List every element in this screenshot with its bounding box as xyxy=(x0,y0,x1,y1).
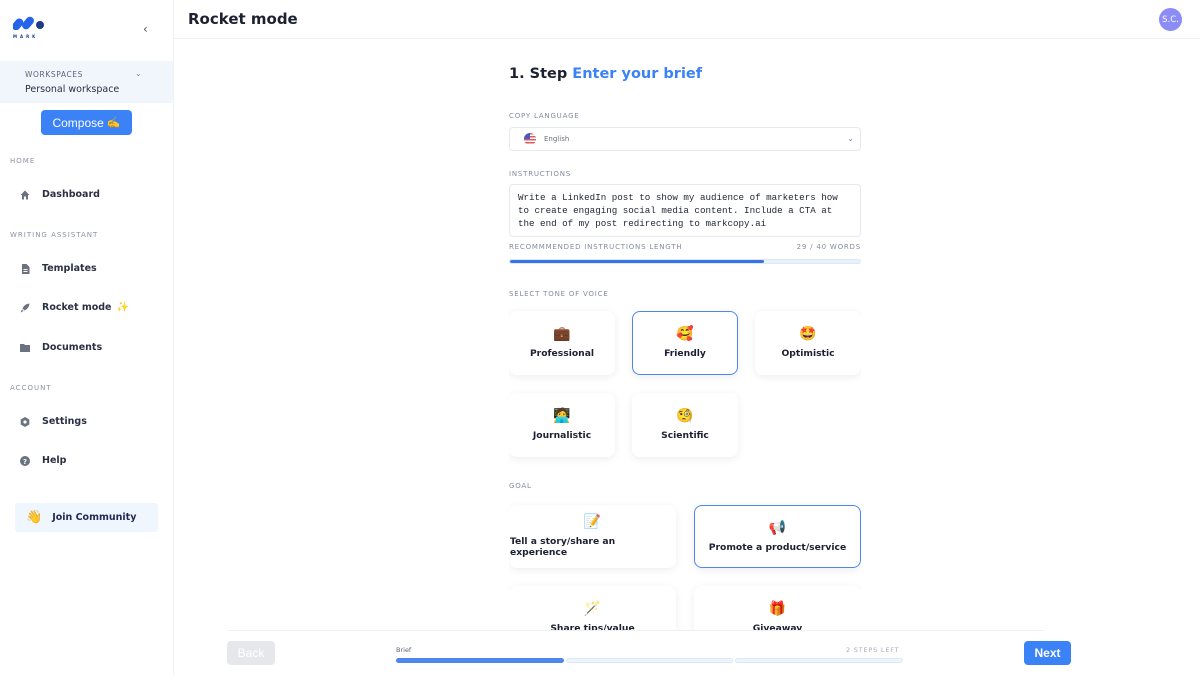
current-step-label: Brief xyxy=(396,646,412,654)
help-icon: ? xyxy=(20,455,30,466)
document-icon xyxy=(20,263,30,274)
section-home: HOME xyxy=(10,157,36,165)
gift-icon: 🎁 xyxy=(768,600,787,617)
gear-icon xyxy=(20,416,30,427)
sidebar-item-label: Dashboard xyxy=(42,189,100,200)
technologist-icon: 🧑‍💻 xyxy=(553,408,571,424)
logo-text: MARK xyxy=(13,34,39,39)
magic-wand-icon: 🪄 xyxy=(583,600,602,617)
sidebar-item-templates[interactable]: Templates xyxy=(20,263,97,274)
rocket-icon xyxy=(20,303,30,313)
word-count: 29 / 40 WORDS xyxy=(796,243,861,251)
language-value: English xyxy=(544,135,570,143)
word-count-progress xyxy=(509,259,861,264)
instructions-textarea[interactable] xyxy=(509,184,861,237)
sidebar-item-label: Rocket mode xyxy=(42,302,112,313)
recommended-length-label: RECOMMMENDED INSTRUCTIONS LENGTH xyxy=(509,243,683,251)
step-progress-segment xyxy=(565,658,734,663)
sidebar-item-dashboard[interactable]: Dashboard xyxy=(20,189,100,200)
sparkles-icon: ✨ xyxy=(116,302,130,313)
tone-label: Professional xyxy=(529,348,595,359)
sidebar-item-label: Documents xyxy=(42,342,103,353)
workspace-selector[interactable]: WORKSPACES ⌄ Personal workspace xyxy=(0,61,173,103)
goal-label: Tell a story/share an experience xyxy=(510,536,616,558)
goal-card-giveaway[interactable]: 🎁 Giveaway xyxy=(694,586,861,630)
next-button[interactable]: Next xyxy=(1024,641,1071,665)
workspace-label: WORKSPACES xyxy=(25,70,83,79)
sidebar-item-label: Help xyxy=(42,455,67,466)
logo[interactable]: MARK xyxy=(13,14,49,40)
step-prefix: 1. Step xyxy=(509,66,568,82)
memo-icon: 📝 xyxy=(583,514,602,530)
monocle-face-icon: 🧐 xyxy=(676,408,694,424)
brief-form: 1. Step Enter your brief COPY LANGUAGE E… xyxy=(509,40,861,630)
goal-card-share-tips[interactable]: 🪄 Share tips/value xyxy=(509,586,676,630)
goal-card-promote-product[interactable]: 📢 Promote a product/service xyxy=(694,505,861,568)
sidebar-item-help[interactable]: ? Help xyxy=(20,455,66,466)
goal-label: Giveaway xyxy=(752,622,803,631)
compose-label: Compose xyxy=(52,115,104,130)
tone-label: Optimistic xyxy=(781,348,835,359)
step-progress-segment xyxy=(735,658,903,663)
goal-label: Share tips/value xyxy=(550,622,635,631)
step-title: 1. Step Enter your brief xyxy=(509,66,702,82)
compose-button[interactable]: Compose ✍️ xyxy=(41,110,132,135)
step-progress-segment xyxy=(396,658,564,663)
join-community-button[interactable]: 👋 Join Community xyxy=(15,503,158,532)
copy-language-label: COPY LANGUAGE xyxy=(509,112,580,120)
step-name: Enter your brief xyxy=(572,66,703,82)
sidebar-item-documents[interactable]: Documents xyxy=(20,342,102,353)
waving-hand-icon: 👋 xyxy=(26,510,43,525)
tone-card-scientific[interactable]: 🧐 Scientific xyxy=(632,393,738,457)
recommended-length-row: RECOMMMENDED INSTRUCTIONS LENGTH 29 / 40… xyxy=(509,243,861,251)
steps-left: 2 STEPS LEFT xyxy=(846,646,900,654)
home-icon xyxy=(20,190,30,200)
app: MARK ‹ WORKSPACES ⌄ Personal workspace C… xyxy=(0,0,1200,675)
page-title: Rocket mode xyxy=(188,10,298,28)
main-area: Rocket mode S.C. 1. Step Enter your brie… xyxy=(174,0,1200,675)
top-bar: Rocket mode S.C. xyxy=(174,0,1200,39)
tone-card-journalistic[interactable]: 🧑‍💻 Journalistic xyxy=(509,393,615,457)
sidebar-item-label: Templates xyxy=(42,263,97,274)
tone-label: Journalistic xyxy=(532,430,592,441)
section-writing-assistant: WRITING ASSISTANT xyxy=(10,231,99,239)
tone-label: Scientific xyxy=(661,430,709,441)
logo-icon xyxy=(13,16,44,30)
megaphone-icon: 📢 xyxy=(768,519,787,536)
us-flag-icon xyxy=(524,133,536,145)
sidebar-item-settings[interactable]: Settings xyxy=(20,416,87,427)
tone-card-optimistic[interactable]: 🤩 Optimistic xyxy=(755,311,861,375)
workspace-name: Personal workspace xyxy=(25,84,120,95)
smiling-hearts-icon: 🥰 xyxy=(676,326,694,342)
tone-card-friendly[interactable]: 🥰 Friendly xyxy=(632,311,738,375)
footer-bar: Back Brief 2 STEPS LEFT Next xyxy=(174,630,1200,675)
writing-hand-icon: ✍️ xyxy=(106,117,121,129)
section-account: ACCOUNT xyxy=(10,384,52,392)
star-struck-icon: 🤩 xyxy=(799,326,817,342)
goal-label: GOAL xyxy=(509,482,532,490)
goal-label: Promote a product/service xyxy=(708,541,847,553)
instructions-label: INSTRUCTIONS xyxy=(509,170,572,178)
footer-divider xyxy=(228,630,1044,631)
tone-label: Friendly xyxy=(664,348,706,359)
avatar[interactable]: S.C. xyxy=(1159,8,1182,31)
language-select[interactable]: English ⌄ xyxy=(509,127,861,151)
briefcase-icon: 💼 xyxy=(553,326,571,342)
chevron-left-icon[interactable]: ‹ xyxy=(143,22,148,36)
sidebar-item-label: Settings xyxy=(42,416,87,427)
goal-card-tell-story[interactable]: 📝 Tell a story/share an experience xyxy=(509,505,676,568)
chevron-down-icon: ⌄ xyxy=(135,69,142,78)
tone-label: SELECT TONE OF VOICE xyxy=(509,290,609,298)
folder-icon xyxy=(20,343,30,353)
sidebar: MARK ‹ WORKSPACES ⌄ Personal workspace C… xyxy=(0,0,174,675)
chevron-down-icon: ⌄ xyxy=(847,134,854,143)
join-community-label: Join Community xyxy=(52,512,137,523)
back-button[interactable]: Back xyxy=(227,641,275,665)
tone-card-professional[interactable]: 💼 Professional xyxy=(509,311,615,375)
sidebar-item-rocket-mode[interactable]: Rocket mode ✨ xyxy=(20,302,129,313)
svg-text:?: ? xyxy=(23,457,27,465)
word-count-progress-fill xyxy=(510,260,764,263)
